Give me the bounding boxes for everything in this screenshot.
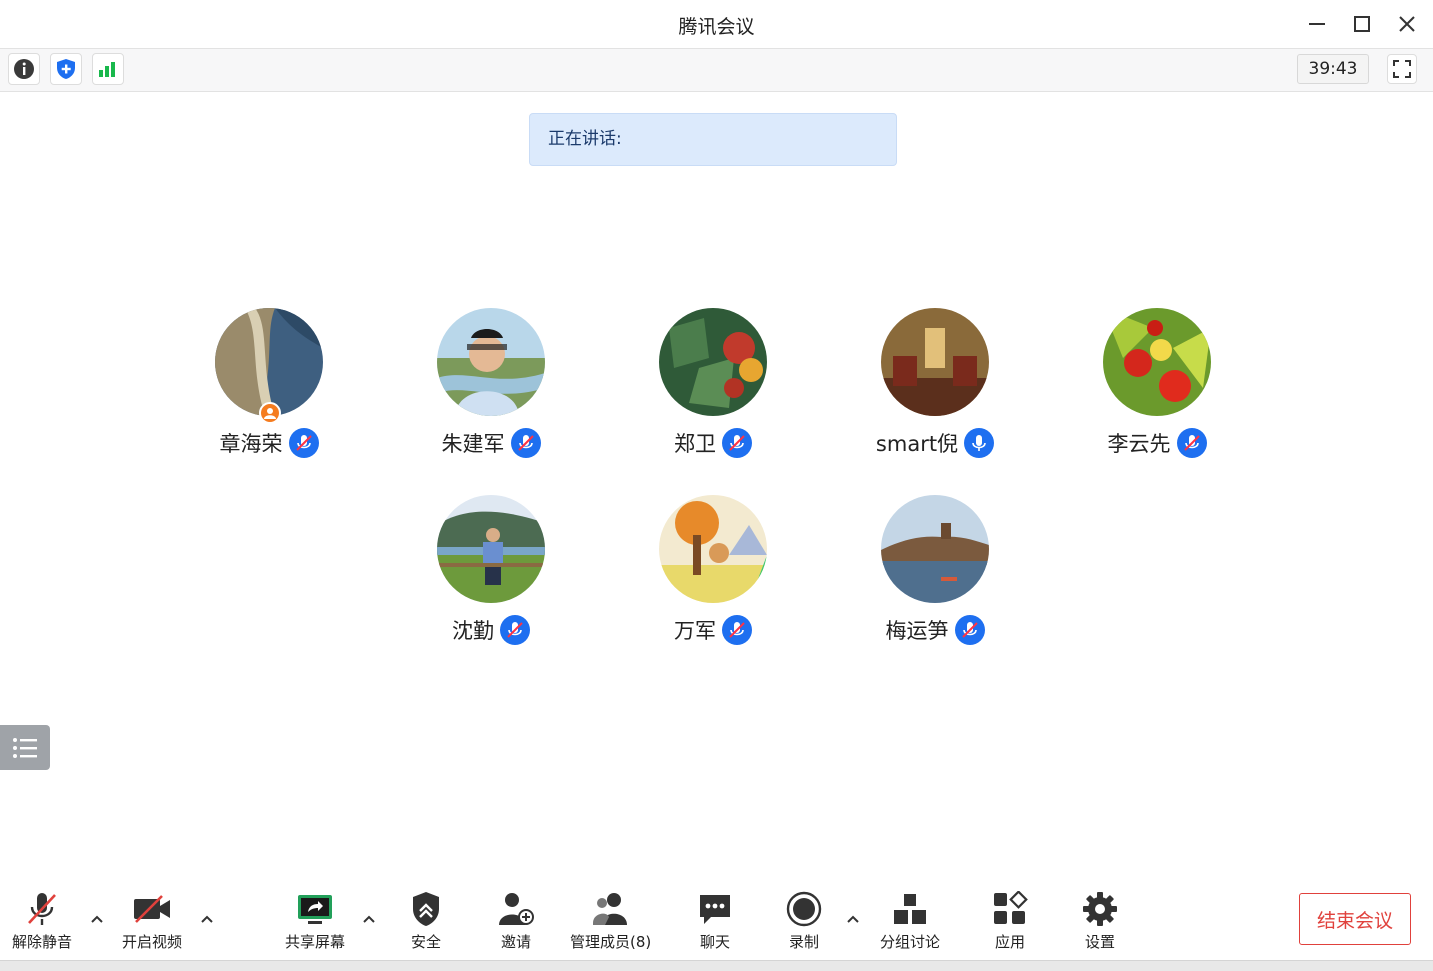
mic-muted-icon [288,428,319,458]
participant-tile[interactable]: 沈勤 [411,495,571,655]
participant-tile[interactable]: 朱建军 [411,308,571,468]
close-button[interactable] [1393,10,1421,38]
share-options-caret[interactable] [361,912,377,926]
close-icon [1399,16,1415,32]
participant-tile[interactable]: 李云先 [1077,308,1237,468]
participant-name: 沈勤 [452,619,494,643]
mic-muted-icon [28,893,56,925]
maximize-button[interactable] [1348,10,1376,38]
avatar [215,308,323,416]
avatar [659,308,767,416]
settings-button[interactable]: 设置 [1080,890,1120,952]
minimize-icon [1309,23,1325,25]
mic-muted-icon [722,428,752,458]
chevron-up-icon [91,915,103,923]
avatar [437,495,545,603]
avatar [659,495,767,603]
participant-name: 梅运笋 [885,619,949,643]
mic-muted-icon [500,615,530,645]
start-video-button[interactable]: 开启视频 [122,890,182,952]
invite-user-icon [499,893,534,925]
avatar [881,495,989,603]
chat-icon [700,895,730,924]
status-bar [0,960,1433,971]
participant-name: smart倪 [875,432,959,456]
host-person-icon [264,408,276,419]
breakout-rooms-button[interactable]: 分组讨论 [880,890,940,952]
participant-list-toggle[interactable] [0,725,50,770]
avatar [881,308,989,416]
mic-muted-icon [1176,428,1207,458]
meeting-timer: 39:43 [1297,54,1369,84]
list-icon [13,737,37,758]
speaking-indicator: 正在讲话: [529,113,897,166]
apps-grid-icon [994,891,1028,924]
video-options-caret[interactable] [199,912,215,926]
fullscreen-button[interactable] [1387,54,1417,84]
share-screen-button[interactable]: 共享屏幕 [285,890,345,952]
mic-muted-icon [510,428,541,458]
chevron-up-icon [363,915,375,923]
mic-muted-icon [722,615,752,645]
mic-muted-icon [954,615,985,645]
meeting-info-button[interactable] [8,53,40,85]
chat-button[interactable]: 聊天 [695,890,735,952]
avatar [1103,308,1211,416]
camera-off-icon [134,895,170,923]
share-screen-icon [298,895,332,924]
audio-options-caret[interactable] [89,912,105,926]
maximize-icon [1354,16,1370,32]
app-title: 腾讯会议 [678,16,755,38]
breakout-icon [894,894,926,924]
security-button[interactable]: 安全 [406,890,446,952]
minimize-button[interactable] [1303,10,1331,38]
record-icon [786,891,822,927]
unmute-button[interactable]: 解除静音 [12,890,72,952]
invite-button[interactable]: 邀请 [496,890,536,952]
chevron-up-icon [847,915,859,923]
participant-tile[interactable]: 章海荣 [189,308,349,468]
record-options-caret[interactable] [845,912,861,926]
avatar [437,308,545,416]
top-toolbar: 39:43 [0,49,1433,92]
mic-on-icon [964,428,995,458]
participant-name: 李云先 [1107,432,1171,456]
title-bar: 腾讯会议 [0,0,1433,49]
manage-members-button[interactable]: 管理成员(8) [570,890,651,952]
participant-tile[interactable]: smart倪 [855,308,1015,468]
participant-name: 章海荣 [219,432,283,456]
participant-name: 朱建军 [441,432,505,456]
record-button[interactable]: 录制 [784,890,824,952]
host-badge [259,402,281,424]
info-icon [14,59,34,79]
end-meeting-button[interactable]: 结束会议 [1299,893,1411,945]
apps-button[interactable]: 应用 [990,890,1030,952]
control-bar: 解除静音 开启视频 共享屏幕 安全 邀请 管理成员(8) 聊天 录制 分组讨论 … [0,878,1433,960]
members-icon [592,893,627,925]
fullscreen-icon [1393,60,1411,78]
participant-tile[interactable]: 万军 [633,495,793,655]
chevron-up-icon [201,915,213,923]
signal-icon [99,62,115,77]
participant-tile[interactable]: 梅运笋 [855,495,1015,655]
participant-name: 郑卫 [674,432,716,456]
gear-icon [1083,892,1117,926]
security-status-button[interactable] [50,53,82,85]
participant-tile[interactable]: 郑卫 [633,308,793,468]
participant-name: 万军 [674,619,716,643]
security-shield-icon [413,892,439,926]
shield-icon [57,59,75,79]
network-signal-button[interactable] [92,53,124,85]
